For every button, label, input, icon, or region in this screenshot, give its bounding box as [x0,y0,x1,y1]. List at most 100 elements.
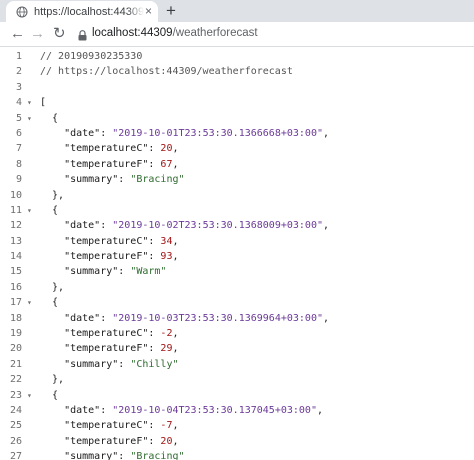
fold-toggle-icon[interactable]: ▾ [27,295,35,310]
code-line: 5 ▾ { [0,111,474,126]
browser-toolbar: ← → ↻ localhost:44309/weatherforecast [0,22,474,47]
fold-toggle-icon[interactable]: ▾ [27,388,35,403]
line-number: 2 [15,66,22,78]
code-token: : [100,127,113,139]
code-token: : [118,174,131,186]
code-token: "temperatureF" [40,435,149,447]
reload-button[interactable]: ↻ [53,25,66,43]
code-line: 11 ▾ { [0,203,474,218]
tab-title: https://localhost:44309/weatherforecast [34,5,144,18]
code-text: "date": "2019-10-03T23:53:30.1369964+03:… [40,311,329,326]
code-token: }, [40,374,65,386]
line-number: 8 [15,158,22,170]
code-token: "summary" [40,266,119,278]
code-token: { [40,297,59,309]
url-path: /weatherforecast [172,27,258,39]
code-token: , [172,235,179,247]
code-token: 20 [160,435,173,447]
code-token: , [322,312,330,324]
close-tab-icon[interactable]: × [145,4,152,18]
code-token: "Bracing" [130,451,185,460]
new-tab-button[interactable]: + [166,0,176,22]
code-token: , [172,420,179,432]
back-button[interactable]: ← [10,25,25,43]
code-token: : [148,235,161,247]
code-token: : [148,343,161,355]
code-token: { [40,112,59,124]
code-text: { [40,203,58,218]
code-token: -7 [160,420,173,432]
code-line: 6 "date": "2019-10-01T23:53:30.1366668+0… [0,126,474,141]
line-number: 9 [15,174,22,186]
lock-icon[interactable] [78,28,87,46]
code-text: "temperatureF": 29, [40,341,179,356]
forward-button[interactable]: → [30,25,45,43]
address-bar[interactable]: localhost:44309/weatherforecast [92,27,258,39]
code-text: [ [40,95,46,110]
code-token: "date" [40,127,101,139]
line-number: 12 [9,220,22,232]
code-token: : [148,328,161,340]
code-text: "temperatureF": 93, [40,249,178,264]
line-number: 6 [15,127,22,139]
code-token: : [100,404,113,416]
code-token: 29 [160,343,173,355]
line-number: 1 [15,51,22,62]
code-token: , [172,343,179,355]
code-text: }, [40,188,64,203]
fold-toggle-icon[interactable]: ▾ [27,203,35,218]
code-line: 21 "summary": "Chilly" [0,357,474,372]
line-number: 13 [9,235,22,247]
code-text: }, [40,280,64,295]
code-text: "date": "2019-10-01T23:53:30.1366668+03:… [40,126,329,141]
code-line: 20 "temperatureF": 29, [0,341,474,356]
line-number: 4 [15,97,22,109]
line-number: 16 [9,281,22,293]
code-text: { [40,111,58,126]
code-line: 25 "temperatureC": -7, [0,418,474,433]
code-line: 16 }, [0,280,474,295]
code-token: , [322,220,330,232]
code-text: }, [40,372,64,387]
code-token: : [118,358,131,370]
browser-tab[interactable]: https://localhost:44309/weatherforecast … [6,1,158,22]
code-token: "temperatureC" [40,235,149,247]
code-token: "2019-10-04T23:53:30.137045+03:00" [112,404,317,416]
line-number: 19 [9,328,22,340]
code-token: : [148,435,161,447]
line-number: 14 [9,251,22,263]
code-token: [ [40,97,47,109]
code-token: : [100,312,113,324]
code-token: "Bracing" [130,174,185,186]
code-token: "temperatureF" [40,158,149,170]
json-viewer: 1 // 20190930235330 2 // https://localhost:… [0,49,474,460]
url-host: localhost:44309 [92,27,173,39]
code-token: : [148,143,161,155]
code-line: 3 [0,80,474,95]
code-token: "date" [40,220,101,232]
line-number: 5 [15,112,22,124]
line-number: 21 [9,358,22,370]
code-token: "2019-10-03T23:53:30.1369964+03:00" [112,312,323,324]
code-text: "summary": "Warm" [40,264,166,279]
code-token: "2019-10-02T23:53:30.1368009+03:00" [112,220,323,232]
code-token: , [322,127,330,139]
fold-toggle-icon[interactable]: ▾ [27,111,35,126]
code-line: 18 "date": "2019-10-03T23:53:30.1369964+… [0,311,474,326]
line-number: 17 [9,297,22,309]
tab-strip: https://localhost:44309/weatherforecast … [0,0,474,22]
code-line: 1 // 20190930235330 [0,49,474,64]
line-number: 24 [9,404,22,416]
fold-toggle-icon[interactable]: ▾ [27,95,35,110]
code-line: 8 "temperatureF": 67, [0,157,474,172]
code-text: "temperatureF": 20, [40,434,178,449]
line-number: 20 [9,343,22,355]
code-token: : [100,220,113,232]
code-token: { [40,389,59,401]
code-line: 26 "temperatureF": 20, [0,434,474,449]
code-text: { [40,295,58,310]
code-token: : [118,451,131,460]
code-text: "date": "2019-10-02T23:53:30.1368009+03:… [40,218,329,233]
code-token: : [148,251,161,263]
code-token: }, [40,281,65,293]
